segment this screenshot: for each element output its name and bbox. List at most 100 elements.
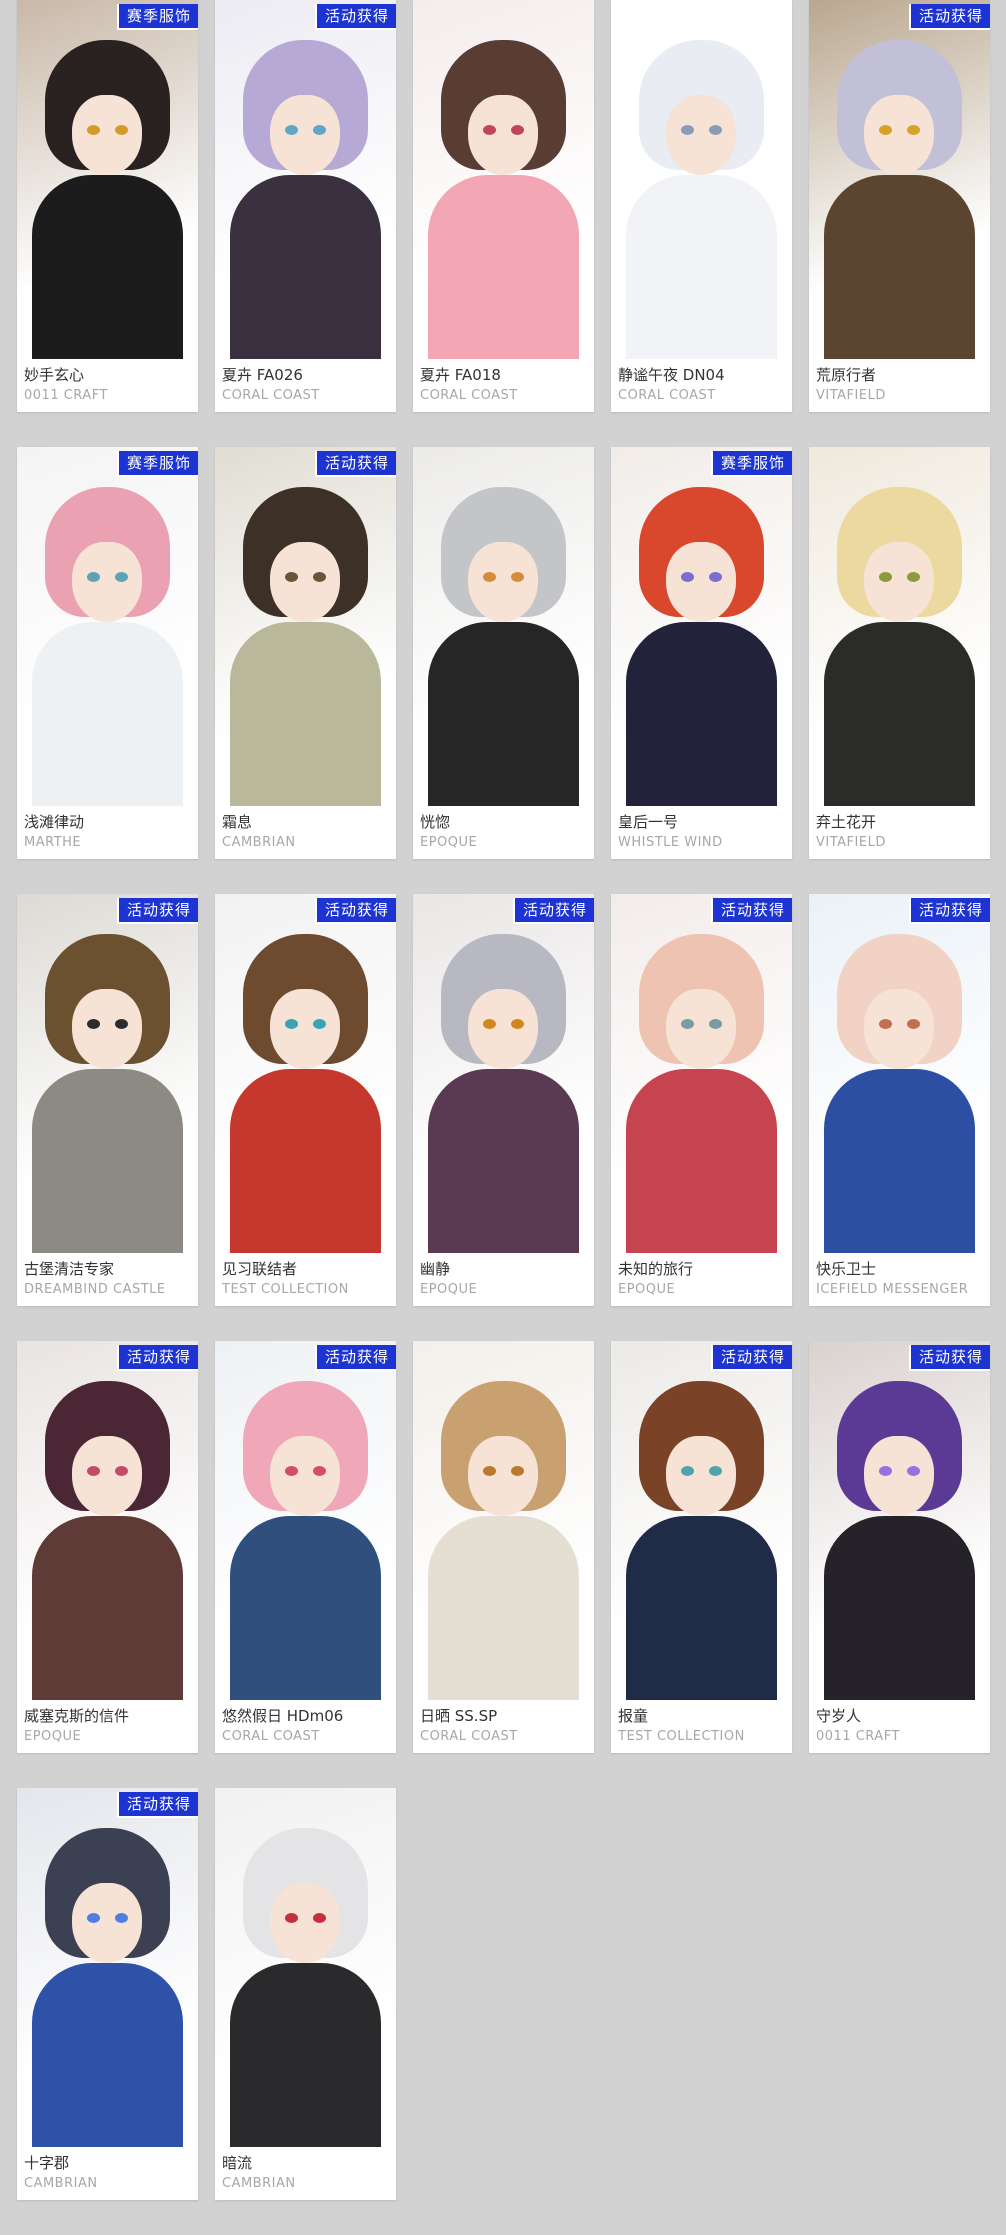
skin-name: 荒原行者 (816, 366, 877, 384)
acquisition-badge: 活动获得 (314, 451, 396, 477)
character-eye (879, 125, 892, 135)
character-outfit (428, 622, 579, 806)
character-eye (313, 125, 326, 135)
character-face (72, 542, 142, 622)
skin-card[interactable]: 活动获得 见习联结者 TEST COLLECTION (215, 894, 396, 1306)
skin-artwork (611, 447, 792, 806)
skin-brand: WHISTLE WIND (618, 835, 723, 850)
character-eye (87, 125, 100, 135)
character-outfit (230, 175, 381, 359)
skin-card[interactable]: 恍惚 EPOQUE (413, 447, 594, 859)
character-eye (709, 125, 722, 135)
character-face (864, 989, 934, 1069)
character-face (468, 989, 538, 1069)
character-eye (709, 1019, 722, 1029)
character-eye (907, 125, 920, 135)
skin-card[interactable]: 活动获得 快乐卫士 ICEFIELD MESSENGER (809, 894, 990, 1306)
skin-card[interactable]: 活动获得 霜息 CAMBRIAN (215, 447, 396, 859)
character-eye (907, 572, 920, 582)
skin-card[interactable]: 赛季服饰 浅滩律动 MARTHE (17, 447, 198, 859)
character-eye (681, 1466, 694, 1476)
skin-card[interactable]: 活动获得 报童 TEST COLLECTION (611, 1341, 792, 1753)
skin-card[interactable]: 活动获得 未知的旅行 EPOQUE (611, 894, 792, 1306)
skin-brand: EPOQUE (24, 1729, 82, 1744)
skin-card[interactable]: 活动获得 幽静 EPOQUE (413, 894, 594, 1306)
character-eye (115, 1466, 128, 1476)
skin-brand: CORAL COAST (222, 1729, 320, 1744)
skin-artwork (809, 894, 990, 1253)
skin-card[interactable]: 活动获得 守岁人 0011 CRAFT (809, 1341, 990, 1753)
character-face (666, 989, 736, 1069)
character-outfit (824, 1069, 975, 1253)
skin-artwork (413, 447, 594, 806)
skin-artwork (413, 1341, 594, 1700)
character-outfit (230, 1516, 381, 1700)
skin-name: 弃土花开 (816, 813, 877, 831)
character-outfit (428, 1516, 579, 1700)
skin-card[interactable]: 暗流 CAMBRIAN (215, 1788, 396, 2200)
skin-artwork (215, 894, 396, 1253)
character-eye (87, 1019, 100, 1029)
skin-name: 见习联结者 (222, 1260, 298, 1278)
skin-card[interactable]: 弃土花开 VITAFIELD (809, 447, 990, 859)
skin-card[interactable]: 活动获得 十字郡 CAMBRIAN (17, 1788, 198, 2200)
skin-artwork (809, 0, 990, 359)
acquisition-badge: 活动获得 (116, 898, 198, 924)
skin-card[interactable]: 日晒 SS.SP CORAL COAST (413, 1341, 594, 1753)
character-eye (681, 125, 694, 135)
skin-artwork (215, 0, 396, 359)
skin-card[interactable]: 赛季服饰 皇后一号 WHISTLE WIND (611, 447, 792, 859)
character-outfit (230, 1069, 381, 1253)
character-eye (511, 125, 524, 135)
character-eye (907, 1466, 920, 1476)
skin-artwork (809, 1341, 990, 1700)
skin-card[interactable]: 赛季服饰 妙手玄心 0011 CRAFT (17, 0, 198, 412)
skin-card[interactable]: 活动获得 荒原行者 VITAFIELD (809, 0, 990, 412)
skin-card[interactable]: 夏卉 FA018 CORAL COAST (413, 0, 594, 412)
character-eye (709, 1466, 722, 1476)
character-eye (483, 572, 496, 582)
skin-brand: VITAFIELD (816, 835, 886, 850)
skin-card[interactable]: 活动获得 威塞克斯的信件 EPOQUE (17, 1341, 198, 1753)
skin-card[interactable]: 活动获得 古堡清洁专家 DREAMBIND CASTLE (17, 894, 198, 1306)
skin-artwork (17, 447, 198, 806)
skin-name: 暗流 (222, 2154, 253, 2172)
character-outfit (32, 175, 183, 359)
acquisition-badge: 活动获得 (512, 898, 594, 924)
skin-name: 夏卉 FA018 (420, 366, 501, 384)
acquisition-badge: 活动获得 (908, 898, 990, 924)
character-eye (313, 1466, 326, 1476)
skin-card[interactable]: 静谧午夜 DN04 CORAL COAST (611, 0, 792, 412)
character-eye (115, 572, 128, 582)
character-face (72, 989, 142, 1069)
character-outfit (626, 1069, 777, 1253)
skin-card[interactable]: 活动获得 夏卉 FA026 CORAL COAST (215, 0, 396, 412)
character-eye (709, 572, 722, 582)
character-face (270, 989, 340, 1069)
acquisition-badge: 活动获得 (116, 1792, 198, 1818)
character-outfit (32, 1069, 183, 1253)
character-face (270, 95, 340, 175)
character-face (864, 1436, 934, 1516)
character-face (72, 1436, 142, 1516)
acquisition-badge: 赛季服饰 (116, 451, 198, 477)
character-outfit (428, 1069, 579, 1253)
character-outfit (230, 1963, 381, 2147)
character-outfit (428, 175, 579, 359)
skin-name: 未知的旅行 (618, 1260, 694, 1278)
skin-name: 古堡清洁专家 (24, 1260, 115, 1278)
skin-name: 威塞克斯的信件 (24, 1707, 130, 1725)
skin-brand: CAMBRIAN (222, 2176, 296, 2191)
skin-card[interactable]: 活动获得 悠然假日 HDm06 CORAL COAST (215, 1341, 396, 1753)
skin-brand: MARTHE (24, 835, 82, 850)
character-eye (285, 125, 298, 135)
acquisition-badge: 活动获得 (908, 4, 990, 30)
skin-artwork (215, 1341, 396, 1700)
character-face (270, 1436, 340, 1516)
skin-brand: TEST COLLECTION (618, 1729, 745, 1744)
skin-brand: 0011 CRAFT (816, 1729, 900, 1744)
skin-artwork (611, 1341, 792, 1700)
skin-brand: CAMBRIAN (222, 835, 296, 850)
skin-artwork (215, 1788, 396, 2147)
skin-name: 夏卉 FA026 (222, 366, 303, 384)
